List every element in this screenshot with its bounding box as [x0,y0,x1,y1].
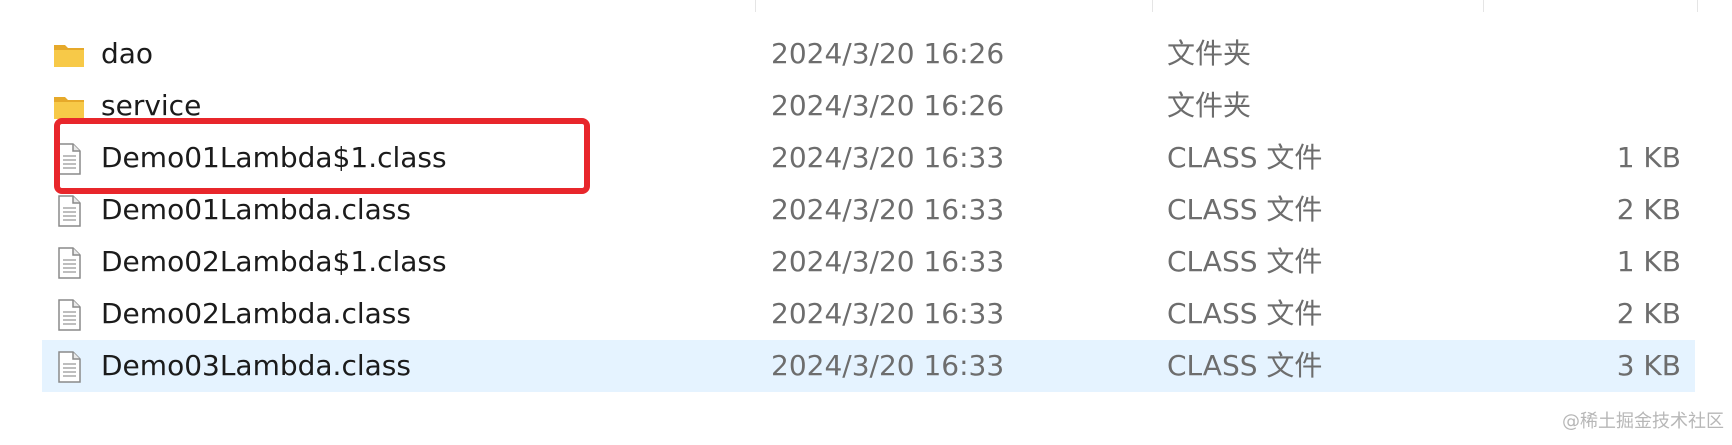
file-row[interactable]: Demo02Lambda$1.class 2024/3/20 16:33 CLA… [42,236,1695,288]
column-divider-name[interactable] [755,0,756,12]
file-row[interactable]: Demo01Lambda.class 2024/3/20 16:33 CLASS… [42,184,1695,236]
file-date: 2024/3/20 16:26 [771,37,1005,70]
document-icon [52,193,86,227]
file-name: Demo02Lambda$1.class [101,245,447,278]
file-name: Demo03Lambda.class [101,349,411,382]
document-icon [52,297,86,331]
file-row[interactable]: Demo02Lambda.class 2024/3/20 16:33 CLASS… [42,288,1695,340]
folder-icon [52,89,86,123]
file-row-folder[interactable]: service 2024/3/20 16:26 文件夹 [42,80,1695,132]
file-name: dao [101,37,154,70]
file-date: 2024/3/20 16:33 [771,297,1005,330]
document-icon [52,349,86,383]
file-type: CLASS 文件 [1167,349,1323,382]
file-type: CLASS 文件 [1167,297,1323,330]
file-type: CLASS 文件 [1167,245,1323,278]
column-divider-date[interactable] [1152,0,1153,12]
file-date: 2024/3/20 16:33 [771,245,1005,278]
file-size: 1 KB [1616,245,1681,278]
file-row[interactable]: Demo01Lambda$1.class 2024/3/20 16:33 CLA… [42,132,1695,184]
file-type: 文件夹 [1167,89,1252,122]
file-type: CLASS 文件 [1167,193,1323,226]
file-date: 2024/3/20 16:33 [771,349,1005,382]
file-list: dao 2024/3/20 16:26 文件夹 service 2024/3/2… [42,28,1695,392]
document-icon [52,245,86,279]
file-name: Demo02Lambda.class [101,297,411,330]
file-row-folder[interactable]: dao 2024/3/20 16:26 文件夹 [42,28,1695,80]
column-divider-size[interactable] [1697,0,1698,12]
watermark: @稀土掘金技术社区 [1562,411,1724,432]
file-size: 3 KB [1616,349,1681,382]
file-type: CLASS 文件 [1167,141,1323,174]
file-name: Demo01Lambda.class [101,193,411,226]
file-size: 2 KB [1616,297,1681,330]
column-divider-type[interactable] [1483,0,1484,12]
file-size: 2 KB [1616,193,1681,226]
file-size: 1 KB [1616,141,1681,174]
file-name: Demo01Lambda$1.class [101,141,447,174]
file-date: 2024/3/20 16:33 [771,193,1005,226]
folder-icon [52,37,86,71]
file-type: 文件夹 [1167,37,1252,70]
file-date: 2024/3/20 16:26 [771,89,1005,122]
file-date: 2024/3/20 16:33 [771,141,1005,174]
file-name: service [101,89,202,122]
document-icon [52,141,86,175]
file-row-selected[interactable]: Demo03Lambda.class 2024/3/20 16:33 CLASS… [42,340,1695,392]
